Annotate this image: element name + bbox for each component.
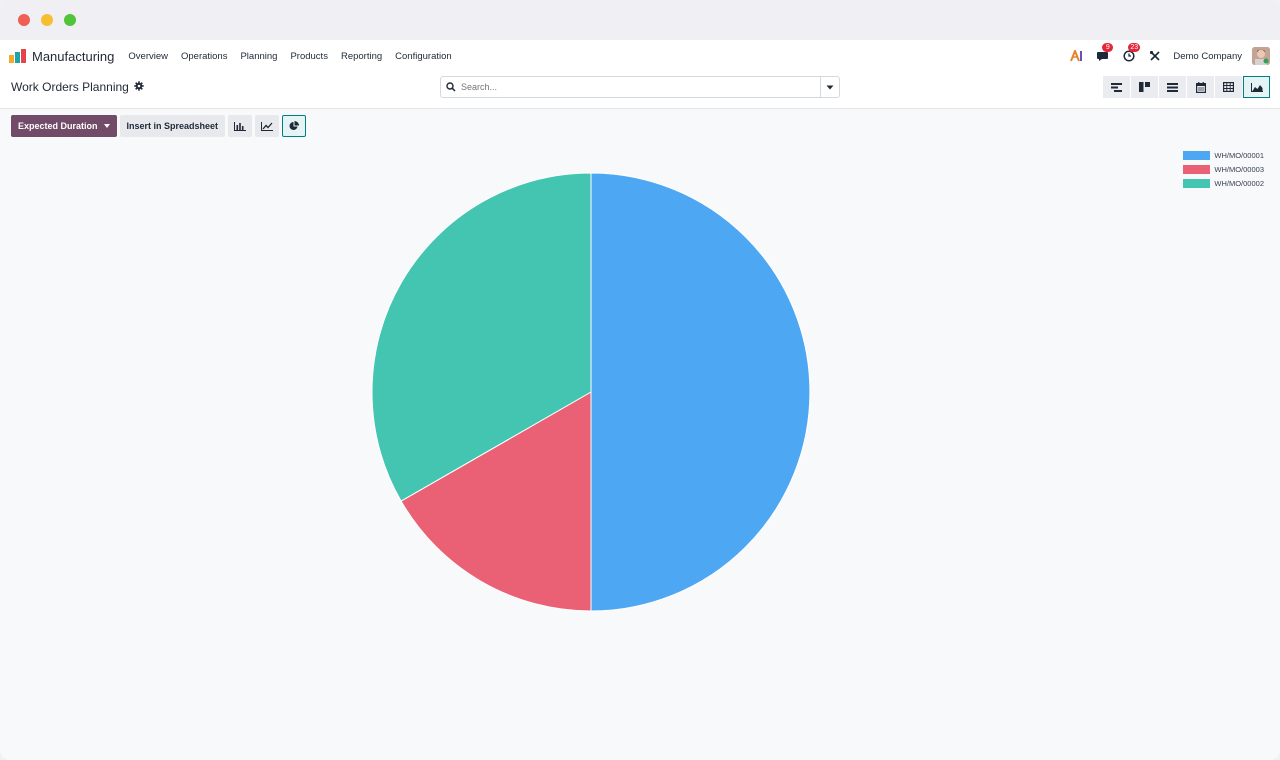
menu-operations[interactable]: Operations (181, 51, 227, 62)
pie-chart-button[interactable] (282, 115, 307, 137)
window-titlebar (0, 0, 1280, 40)
minimize-window-button[interactable] (41, 14, 53, 26)
legend-swatch (1183, 165, 1211, 174)
caret-down-icon (103, 124, 110, 128)
view-switcher (1103, 76, 1270, 98)
list-view-button[interactable] (1159, 76, 1186, 98)
menu-reporting[interactable]: Reporting (341, 51, 382, 62)
navbar-systray: 9 23 Demo Company (1069, 40, 1270, 72)
bar-chart-button[interactable] (228, 115, 253, 137)
calendar-icon (1195, 81, 1206, 93)
menu-planning[interactable]: Planning (240, 51, 277, 62)
manufacturing-logo-icon[interactable] (9, 49, 27, 63)
chart-legend: WH/MO/00001 WH/MO/00003 WH/MO/00002 (1183, 151, 1264, 188)
line-chart-button[interactable] (255, 115, 280, 137)
pie-chart (371, 172, 811, 612)
activities-clock-icon[interactable]: 23 (1121, 43, 1141, 64)
area-chart-icon (1250, 82, 1263, 92)
bar-chart-icon (234, 121, 247, 131)
legend-item[interactable]: WH/MO/00001 (1183, 151, 1264, 160)
kanban-view-button[interactable] (1131, 76, 1158, 98)
measure-label: Expected Duration (18, 121, 98, 131)
legend-swatch (1183, 179, 1211, 188)
page-title: Work Orders Planning (11, 80, 129, 94)
activities-badge: 23 (1128, 43, 1141, 52)
app-window: Manufacturing Overview Operations Planni… (0, 0, 1280, 760)
pivot-view-button[interactable] (1215, 76, 1242, 98)
gantt-icon (1111, 82, 1122, 92)
app-name[interactable]: Manufacturing (32, 49, 114, 64)
maximize-window-button[interactable] (64, 14, 76, 26)
chevron-down-icon (826, 85, 834, 89)
messages-icon[interactable]: 9 (1095, 43, 1114, 64)
menu-configuration[interactable]: Configuration (395, 51, 452, 62)
list-icon (1167, 82, 1178, 92)
search-icon (441, 82, 461, 92)
menu-products[interactable]: Products (290, 51, 328, 62)
graph-view-button[interactable] (1243, 76, 1270, 98)
legend-label: WH/MO/00001 (1214, 151, 1264, 160)
legend-swatch (1183, 151, 1211, 160)
menu-overview[interactable]: Overview (128, 51, 168, 62)
pie-chart-icon (289, 121, 300, 130)
user-avatar[interactable] (1252, 47, 1270, 65)
legend-item[interactable]: WH/MO/00002 (1183, 179, 1264, 188)
graph-toolbar: Expected Duration Insert in Spreadsheet (11, 115, 307, 137)
insert-spreadsheet-button[interactable]: Insert in Spreadsheet (119, 115, 226, 137)
breadcrumb: Work Orders Planning (11, 80, 144, 94)
gantt-view-button[interactable] (1103, 76, 1130, 98)
pivot-table-icon (1223, 82, 1234, 92)
tools-icon[interactable] (1147, 48, 1163, 64)
legend-item[interactable]: WH/MO/00003 (1183, 165, 1264, 174)
main-navbar: Manufacturing Overview Operations Planni… (0, 40, 1280, 72)
main-menu: Overview Operations Planning Products Re… (128, 51, 451, 62)
messages-badge: 9 (1102, 43, 1114, 52)
kanban-icon (1139, 82, 1150, 92)
calendar-view-button[interactable] (1187, 76, 1214, 98)
measures-dropdown-button[interactable]: Expected Duration (11, 115, 117, 137)
legend-label: WH/MO/00003 (1214, 165, 1264, 174)
close-window-button[interactable] (18, 14, 30, 26)
line-chart-icon (261, 121, 274, 131)
legend-label: WH/MO/00002 (1214, 179, 1264, 188)
control-panel: Work Orders Planning (0, 72, 1280, 109)
gear-icon[interactable] (134, 80, 144, 94)
search-options-toggle[interactable] (820, 77, 839, 97)
search-input[interactable] (461, 82, 820, 92)
search-bar (440, 76, 840, 98)
company-switcher[interactable]: Demo Company (1173, 51, 1242, 62)
pie-slice-wh-mo-00001[interactable] (590, 172, 811, 612)
ai-assistant-icon[interactable] (1069, 48, 1085, 64)
